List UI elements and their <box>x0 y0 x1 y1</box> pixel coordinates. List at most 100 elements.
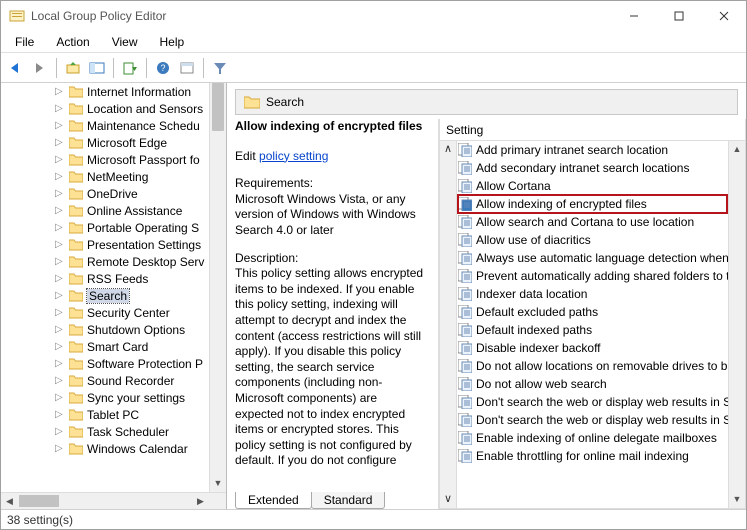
export-list-button[interactable] <box>119 57 141 79</box>
folder-icon <box>69 222 83 234</box>
tree-item-search[interactable]: ▷Search <box>1 287 206 304</box>
policy-icon <box>458 287 472 301</box>
tree-item-location-and-sensors[interactable]: ▷Location and Sensors <box>1 100 206 117</box>
expander-icon[interactable]: ▷ <box>55 308 65 318</box>
maximize-button[interactable] <box>656 1 701 31</box>
folder-icon <box>69 120 83 132</box>
expander-icon[interactable]: ▷ <box>55 104 65 114</box>
tree-item-internet-information[interactable]: ▷Internet Information <box>1 83 206 100</box>
setting-item[interactable]: Prevent automatically adding shared fold… <box>458 267 727 285</box>
tree-horizontal-scrollbar[interactable]: ◀ ▶ <box>1 492 226 509</box>
expander-icon[interactable]: ▷ <box>55 342 65 352</box>
tree-item-label: Windows Calendar <box>87 442 188 456</box>
setting-item[interactable]: Allow Cortana <box>458 177 727 195</box>
expander-icon[interactable]: ▷ <box>55 121 65 131</box>
tree-item-shutdown-options[interactable]: ▷Shutdown Options <box>1 321 206 338</box>
expander-icon[interactable]: ▷ <box>55 138 65 148</box>
expander-icon[interactable]: ▷ <box>55 291 65 301</box>
expander-icon[interactable]: ▷ <box>55 410 65 420</box>
tree-item-microsoft-passport-fo[interactable]: ▷Microsoft Passport fo <box>1 151 206 168</box>
expander-icon[interactable]: ▷ <box>55 87 65 97</box>
scroll-left-icon[interactable]: ◀ <box>1 493 18 509</box>
expander-icon[interactable]: ▷ <box>55 376 65 386</box>
tree-item-rss-feeds[interactable]: ▷RSS Feeds <box>1 270 206 287</box>
tree-item-software-protection-p[interactable]: ▷Software Protection P <box>1 355 206 372</box>
setting-item[interactable]: Allow indexing of encrypted files <box>458 195 727 213</box>
help-button[interactable]: ? <box>152 57 174 79</box>
scroll-down-icon[interactable]: ▼ <box>210 475 226 492</box>
tree-item-tablet-pc[interactable]: ▷Tablet PC <box>1 406 206 423</box>
setting-item[interactable]: Add secondary intranet search locations <box>458 159 727 177</box>
menu-view[interactable]: View <box>102 33 148 51</box>
expander-icon[interactable]: ▷ <box>55 223 65 233</box>
setting-item[interactable]: Don't search the web or display web resu… <box>458 411 727 429</box>
tree-item-windows-calendar[interactable]: ▷ Windows Calendar <box>1 440 206 457</box>
expander-icon[interactable]: ▷ <box>55 393 65 403</box>
scrollbar-thumb[interactable] <box>19 495 59 507</box>
tree-item-label: Online Assistance <box>87 204 182 218</box>
up-button[interactable] <box>62 57 84 79</box>
tree-item-security-center[interactable]: ▷Security Center <box>1 304 206 321</box>
setting-item[interactable]: Default indexed paths <box>458 321 727 339</box>
menu-help[interactable]: Help <box>150 33 195 51</box>
minimize-button[interactable] <box>611 1 656 31</box>
tree-item-onedrive[interactable]: ▷OneDrive <box>1 185 206 202</box>
tree-item-maintenance-schedu[interactable]: ▷Maintenance Schedu <box>1 117 206 134</box>
expander-icon[interactable]: ▷ <box>55 206 65 216</box>
forward-button[interactable] <box>29 57 51 79</box>
expander-icon[interactable]: ▷ <box>55 240 65 250</box>
tab-extended[interactable]: Extended <box>235 492 312 509</box>
edit-policy-link[interactable]: policy setting <box>259 149 328 163</box>
properties-button[interactable] <box>176 57 198 79</box>
expander-icon[interactable]: ▷ <box>55 155 65 165</box>
tree-item-sound-recorder[interactable]: ▷Sound Recorder <box>1 372 206 389</box>
menu-action[interactable]: Action <box>46 33 99 51</box>
setting-item[interactable]: Enable throttling for online mail indexi… <box>458 447 727 465</box>
tree-item-sync-your-settings[interactable]: ▷Sync your settings <box>1 389 206 406</box>
tree-item-smart-card[interactable]: ▷Smart Card <box>1 338 206 355</box>
setting-item[interactable]: Indexer data location <box>458 285 727 303</box>
setting-item[interactable]: Enable indexing of online delegate mailb… <box>458 429 727 447</box>
setting-label: Don't search the web or display web resu… <box>476 395 744 409</box>
expander-icon[interactable]: ▷ <box>55 189 65 199</box>
expander-icon[interactable]: ▷ <box>55 257 65 267</box>
tree-item-task-scheduler[interactable]: ▷Task Scheduler <box>1 423 206 440</box>
filter-button[interactable] <box>209 57 231 79</box>
scroll-right-icon[interactable]: ▶ <box>192 493 209 509</box>
setting-item[interactable]: Don't search the web or display web resu… <box>458 393 727 411</box>
setting-item[interactable]: Allow search and Cortana to use location <box>458 213 727 231</box>
setting-item[interactable]: Do not allow web search <box>458 375 727 393</box>
setting-item[interactable]: Default excluded paths <box>458 303 727 321</box>
policy-icon <box>458 395 472 409</box>
tree-item-portable-operating-s[interactable]: ▷Portable Operating S <box>1 219 206 236</box>
settings-column-header[interactable]: Setting <box>440 119 745 141</box>
close-button[interactable] <box>701 1 746 31</box>
expander-icon[interactable]: ▷ <box>55 325 65 335</box>
expander-icon[interactable]: ▷ <box>55 274 65 284</box>
setting-item[interactable]: Do not allow locations on removable driv… <box>458 357 727 375</box>
setting-item[interactable]: Disable indexer backoff <box>458 339 727 357</box>
expander-icon[interactable]: ▷ <box>55 427 65 437</box>
tree-item-presentation-settings[interactable]: ▷Presentation Settings <box>1 236 206 253</box>
scroll-up-icon[interactable]: ▲ <box>729 141 745 158</box>
scrollbar-thumb[interactable] <box>212 83 224 131</box>
expander-icon[interactable]: ▷ <box>55 359 65 369</box>
tree-item-netmeeting[interactable]: ▷NetMeeting <box>1 168 206 185</box>
settings-vertical-scrollbar[interactable]: ▲ ▼ <box>728 141 745 508</box>
expander-icon[interactable]: ▷ <box>55 444 65 454</box>
back-button[interactable] <box>5 57 27 79</box>
setting-item[interactable]: Allow use of diacritics <box>458 231 727 249</box>
show-hide-tree-button[interactable] <box>86 57 108 79</box>
setting-item[interactable]: Always use automatic language detection … <box>458 249 727 267</box>
scroll-down-icon[interactable]: ▼ <box>729 491 745 508</box>
tree-item-microsoft-edge[interactable]: ▷Microsoft Edge <box>1 134 206 151</box>
tree-vertical-scrollbar[interactable]: ▲ ▼ <box>209 83 226 492</box>
setting-item[interactable]: Add primary intranet search location <box>458 141 727 159</box>
setting-label: Default excluded paths <box>476 305 598 319</box>
menu-file[interactable]: File <box>5 33 44 51</box>
tree-item-online-assistance[interactable]: ▷ Online Assistance <box>1 202 206 219</box>
expander-icon[interactable]: ▷ <box>55 172 65 182</box>
tree-item-remote-desktop-serv[interactable]: ▷Remote Desktop Serv <box>1 253 206 270</box>
tab-standard[interactable]: Standard <box>311 492 386 509</box>
setting-label: Default indexed paths <box>476 323 592 337</box>
